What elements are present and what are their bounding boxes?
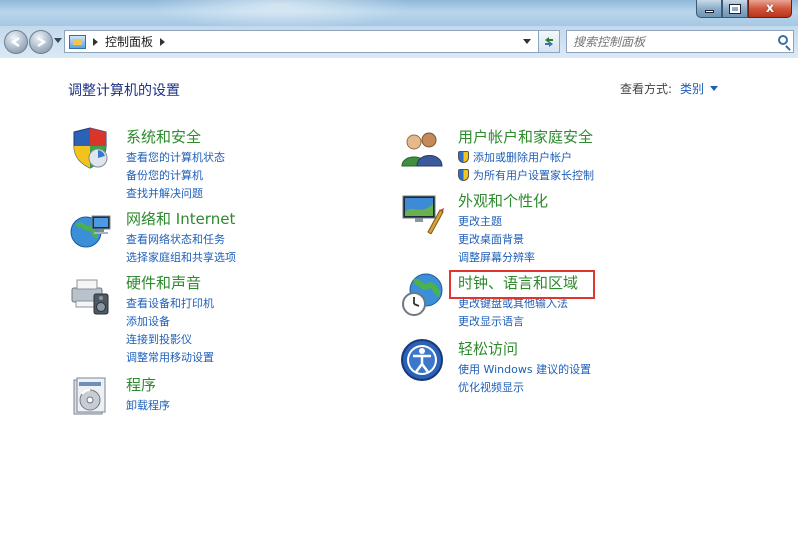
refresh-button[interactable]	[538, 30, 560, 53]
control-panel-icon	[69, 34, 86, 49]
address-toolbar: 控制面板	[0, 26, 798, 58]
search-icon[interactable]	[778, 35, 788, 45]
category-title-appearance[interactable]: 外观和个性化	[458, 190, 548, 211]
refresh-icon	[545, 36, 553, 47]
link-add-device[interactable]: 添加设备	[126, 312, 214, 330]
back-button[interactable]	[4, 30, 28, 54]
link-connect-projector[interactable]: 连接到投影仪	[126, 330, 214, 348]
appearance-icon	[402, 195, 444, 234]
link-optimize-visual-display[interactable]: 优化视频显示	[458, 378, 591, 396]
link-change-theme[interactable]: 更改主题	[458, 212, 535, 230]
link-screen-resolution[interactable]: 调整屏幕分辨率	[458, 248, 535, 266]
back-arrow-icon	[10, 36, 20, 48]
forward-button[interactable]	[29, 30, 53, 54]
window-controls: x	[696, 0, 792, 18]
breadcrumb-control-panel[interactable]: 控制面板	[105, 33, 153, 50]
link-uninstall-program[interactable]: 卸载程序	[126, 396, 170, 414]
link-change-display-language[interactable]: 更改显示语言	[458, 312, 568, 330]
search-box[interactable]	[566, 30, 794, 53]
search-input[interactable]	[573, 32, 773, 51]
link-view-network-status[interactable]: 查看网络状态和任务	[126, 230, 236, 248]
close-button[interactable]: x	[748, 0, 792, 18]
forward-arrow-icon	[37, 36, 47, 48]
view-by-select[interactable]: 类别	[680, 80, 704, 97]
minimize-icon	[704, 10, 714, 13]
hardware-sound-icon	[71, 279, 109, 315]
link-parental-controls-label: 为所有用户设置家长控制	[473, 169, 594, 182]
link-homegroup-sharing[interactable]: 选择家庭组和共享选项	[126, 248, 236, 266]
link-add-remove-accounts-label: 添加或删除用户帐户	[473, 151, 572, 164]
breadcrumb-separator-icon[interactable]	[93, 37, 98, 46]
content-area: 调整计算机的设置 查看方式: 类别 系统和安全 查看您的计算机状态 备份您的计算…	[0, 58, 798, 556]
page-title: 调整计算机的设置	[68, 83, 180, 99]
link-view-computer-status[interactable]: 查看您的计算机状态	[126, 148, 225, 166]
link-mobility-settings[interactable]: 调整常用移动设置	[126, 348, 214, 366]
category-title-system-security[interactable]: 系统和安全	[126, 126, 201, 147]
link-backup-computer[interactable]: 备份您的计算机	[126, 166, 225, 184]
title-bar: x	[0, 0, 798, 30]
network-icon	[70, 215, 111, 248]
close-icon: x	[765, 1, 775, 16]
address-dropdown-icon[interactable]	[523, 39, 531, 44]
ease-of-access-icon	[401, 339, 443, 381]
address-bar[interactable]: 控制面板	[64, 30, 540, 53]
link-add-remove-accounts[interactable]: 添加或删除用户帐户	[458, 148, 594, 166]
red-highlight-box	[449, 270, 595, 299]
uac-shield-icon	[458, 151, 469, 163]
link-windows-recommended-settings[interactable]: 使用 Windows 建议的设置	[458, 360, 591, 378]
category-title-ease-of-access[interactable]: 轻松访问	[458, 338, 518, 359]
breadcrumb-separator-icon[interactable]	[160, 37, 166, 46]
category-title-programs[interactable]: 程序	[126, 374, 156, 395]
link-devices-printers[interactable]: 查看设备和打印机	[126, 294, 214, 312]
system-security-icon	[73, 127, 108, 169]
view-by: 查看方式: 类别	[620, 80, 719, 97]
link-troubleshoot[interactable]: 查找并解决问题	[126, 184, 225, 202]
maximize-button[interactable]	[722, 0, 748, 18]
clock-language-icon	[402, 273, 443, 316]
view-by-label: 查看方式:	[620, 82, 673, 96]
category-title-user-accounts[interactable]: 用户帐户和家庭安全	[458, 126, 593, 147]
category-title-network-internet[interactable]: 网络和 Internet	[126, 208, 235, 229]
user-accounts-icon	[401, 132, 443, 167]
minimize-button[interactable]	[696, 0, 722, 18]
link-change-background[interactable]: 更改桌面背景	[458, 230, 535, 248]
maximize-icon	[729, 3, 741, 14]
uac-shield-icon	[458, 169, 469, 181]
recent-pages-dropdown[interactable]	[54, 38, 62, 43]
link-parental-controls[interactable]: 为所有用户设置家长控制	[458, 166, 594, 184]
programs-icon	[73, 377, 106, 415]
chevron-down-icon[interactable]	[710, 86, 719, 91]
category-title-hardware-sound[interactable]: 硬件和声音	[126, 272, 201, 293]
